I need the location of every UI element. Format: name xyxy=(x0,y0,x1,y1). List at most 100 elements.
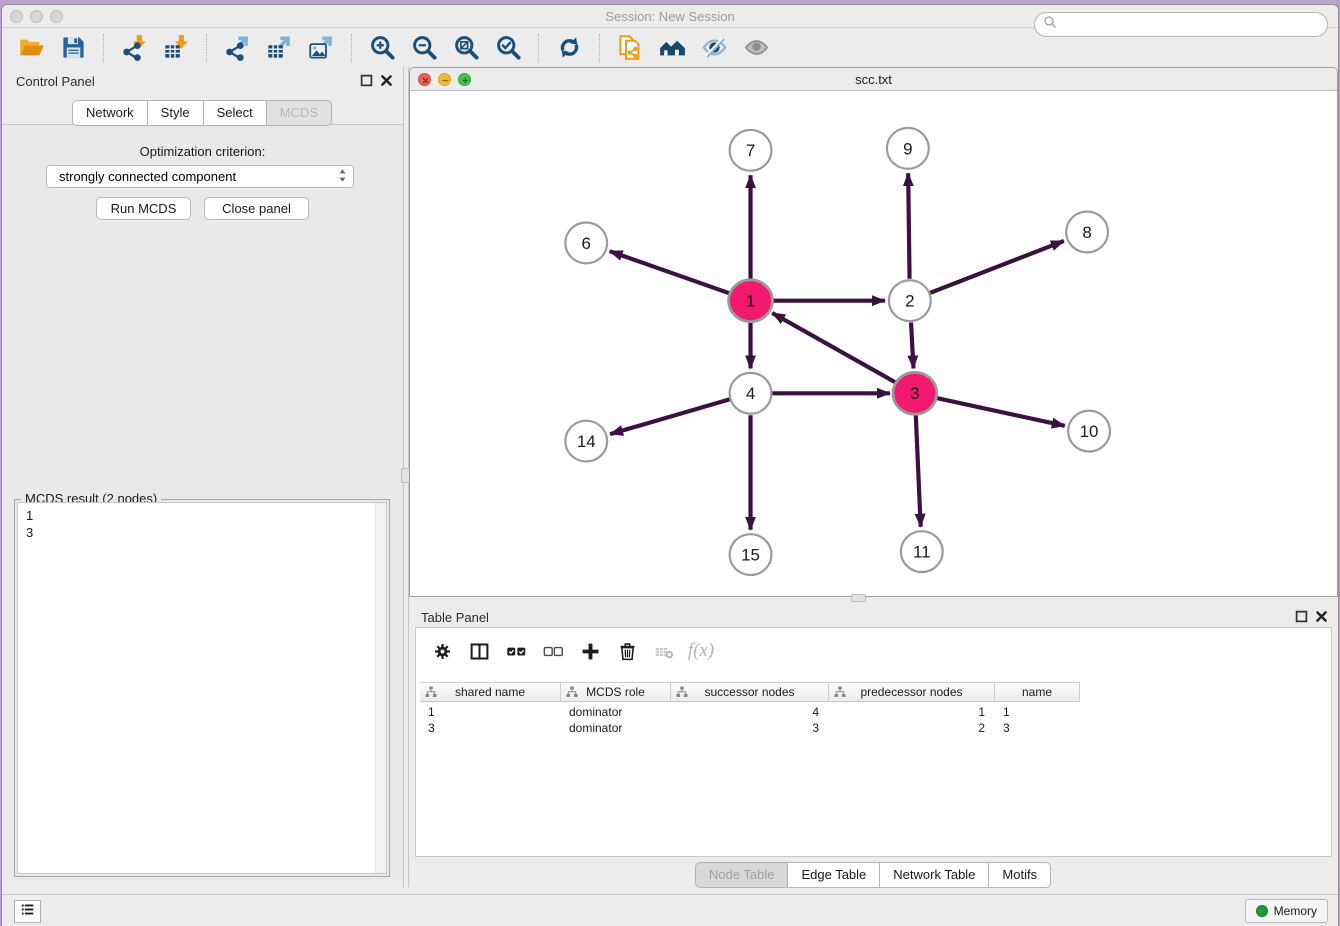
network-document-icon[interactable] xyxy=(615,33,645,63)
cell-successor-nodes: 4 xyxy=(671,704,829,720)
graph-edge-4-14[interactable] xyxy=(610,399,729,434)
float-panel-icon[interactable] xyxy=(1295,610,1308,623)
node-label: 10 xyxy=(1080,422,1099,441)
column-header-MCDS-role[interactable]: MCDS role xyxy=(561,683,671,701)
import-network-icon[interactable] xyxy=(119,33,149,63)
mcds-panel: Optimization criterion: strongly connect… xyxy=(2,124,403,880)
close-window-button[interactable] xyxy=(10,10,23,23)
graph-node-8[interactable]: 8 xyxy=(1066,212,1108,253)
graph-edge-1-6[interactable] xyxy=(610,251,730,293)
mcds-result-group: MCDS result (2 nodes) 13 xyxy=(14,499,390,877)
tab-motifs[interactable]: Motifs xyxy=(988,862,1051,888)
graph-node-11[interactable]: 11 xyxy=(901,531,943,572)
import-table-icon[interactable] xyxy=(161,33,191,63)
node-label: 9 xyxy=(903,139,912,158)
network-window-titlebar[interactable]: scc.txt xyxy=(410,68,1337,91)
splitter-grip[interactable] xyxy=(851,594,866,602)
close-network-button[interactable] xyxy=(418,73,431,86)
column-header-name[interactable]: name xyxy=(995,683,1080,701)
list-icon xyxy=(19,901,36,923)
toolbar-separator xyxy=(599,34,600,62)
close-panel-icon[interactable] xyxy=(380,74,393,87)
graph-edge-2-9[interactable] xyxy=(908,173,909,279)
search-input[interactable] xyxy=(1058,17,1327,32)
trash-icon[interactable] xyxy=(615,639,639,663)
network-view-window: scc.txt 7 9 6 8 1 2 4 3 14 10 15 11 xyxy=(409,67,1338,597)
dropdown-value: strongly connected component xyxy=(59,169,338,184)
mcds-result-textarea[interactable]: 13 xyxy=(17,502,387,874)
hide-eye-icon[interactable] xyxy=(699,33,729,63)
tab-network[interactable]: Network xyxy=(72,100,148,126)
add-icon[interactable] xyxy=(578,639,602,663)
tree-icon xyxy=(676,686,688,698)
minimize-network-button[interactable] xyxy=(438,73,451,86)
zoom-network-button[interactable] xyxy=(458,73,471,86)
minimize-window-button[interactable] xyxy=(30,10,43,23)
graph-node-1[interactable]: 1 xyxy=(729,280,773,322)
cell-predecessor-nodes: 2 xyxy=(829,720,995,736)
tab-edge-table[interactable]: Edge Table xyxy=(787,862,880,888)
tree-icon xyxy=(425,686,437,698)
graph-node-14[interactable]: 14 xyxy=(565,421,607,462)
column-header-successor-nodes[interactable]: successor nodes xyxy=(671,683,829,701)
network-canvas[interactable]: 7 9 6 8 1 2 4 3 14 10 15 11 xyxy=(410,91,1337,596)
eye-icon[interactable] xyxy=(741,33,771,63)
chevron-updown-icon xyxy=(338,168,347,186)
export-image-icon[interactable] xyxy=(306,33,336,63)
export-network-icon[interactable] xyxy=(222,33,252,63)
control-panel-tabs: NetworkStyleSelectMCDS xyxy=(2,100,403,126)
table-row[interactable]: 3dominator323 xyxy=(420,720,1080,736)
graph-edge-3-10[interactable] xyxy=(936,398,1065,426)
graph-node-3[interactable]: 3 xyxy=(893,372,937,414)
node-table-area: f(x) shared nameMCDS rolesuccessor nodes… xyxy=(415,627,1332,857)
zoom-fit-icon[interactable] xyxy=(451,33,481,63)
zoom-selected-icon[interactable] xyxy=(493,33,523,63)
zoom-in-icon[interactable] xyxy=(367,33,397,63)
zoom-out-icon[interactable] xyxy=(409,33,439,63)
deselect-all-icon[interactable] xyxy=(541,639,565,663)
graph-edge-2-3[interactable] xyxy=(911,323,913,369)
task-history-button[interactable] xyxy=(14,900,41,923)
export-table-icon[interactable] xyxy=(264,33,294,63)
table-row[interactable]: 1dominator411 xyxy=(420,704,1080,720)
tab-select[interactable]: Select xyxy=(203,100,267,126)
select-all-icon[interactable] xyxy=(504,639,528,663)
refresh-icon[interactable] xyxy=(554,33,584,63)
graph-node-2[interactable]: 2 xyxy=(889,280,931,321)
tab-node-table[interactable]: Node Table xyxy=(695,862,789,888)
graph-node-10[interactable]: 10 xyxy=(1068,411,1110,452)
zoom-window-button[interactable] xyxy=(50,10,63,23)
graph-edge-3-11[interactable] xyxy=(916,415,921,527)
float-panel-icon[interactable] xyxy=(360,74,373,87)
node-label: 1 xyxy=(746,292,755,311)
column-header-shared-name[interactable]: shared name xyxy=(420,683,561,701)
columns-icon[interactable] xyxy=(467,639,491,663)
graph-node-7[interactable]: 7 xyxy=(730,130,772,171)
search-field[interactable] xyxy=(1034,12,1328,37)
tab-style[interactable]: Style xyxy=(147,100,204,126)
tab-network-table[interactable]: Network Table xyxy=(879,862,989,888)
network-graph[interactable]: 7 9 6 8 1 2 4 3 14 10 15 11 xyxy=(410,91,1337,596)
column-header-predecessor-nodes[interactable]: predecessor nodes xyxy=(829,683,995,701)
result-line: 1 xyxy=(26,507,374,524)
node-label: 3 xyxy=(910,384,919,403)
toolbar-separator xyxy=(103,34,104,62)
close-panel-button[interactable]: Close panel xyxy=(204,197,309,220)
graph-edge-2-8[interactable] xyxy=(930,241,1064,293)
memory-button[interactable]: Memory xyxy=(1245,899,1328,923)
close-panel-icon[interactable] xyxy=(1315,610,1328,623)
graph-node-9[interactable]: 9 xyxy=(887,128,929,169)
graph-node-15[interactable]: 15 xyxy=(730,534,772,575)
open-folder-icon[interactable] xyxy=(16,33,46,63)
tab-mcds[interactable]: MCDS xyxy=(266,100,332,126)
graph-edge-3-1[interactable] xyxy=(772,313,896,383)
result-scrollbar[interactable] xyxy=(375,503,386,873)
save-icon[interactable] xyxy=(58,33,88,63)
gear-icon[interactable] xyxy=(430,639,454,663)
home-icon[interactable] xyxy=(657,33,687,63)
graph-node-6[interactable]: 6 xyxy=(565,223,607,264)
node-label: 7 xyxy=(746,141,755,160)
graph-node-4[interactable]: 4 xyxy=(730,373,772,414)
run-mcds-button[interactable]: Run MCDS xyxy=(96,197,191,220)
optimization-criterion-dropdown[interactable]: strongly connected component xyxy=(46,165,354,188)
